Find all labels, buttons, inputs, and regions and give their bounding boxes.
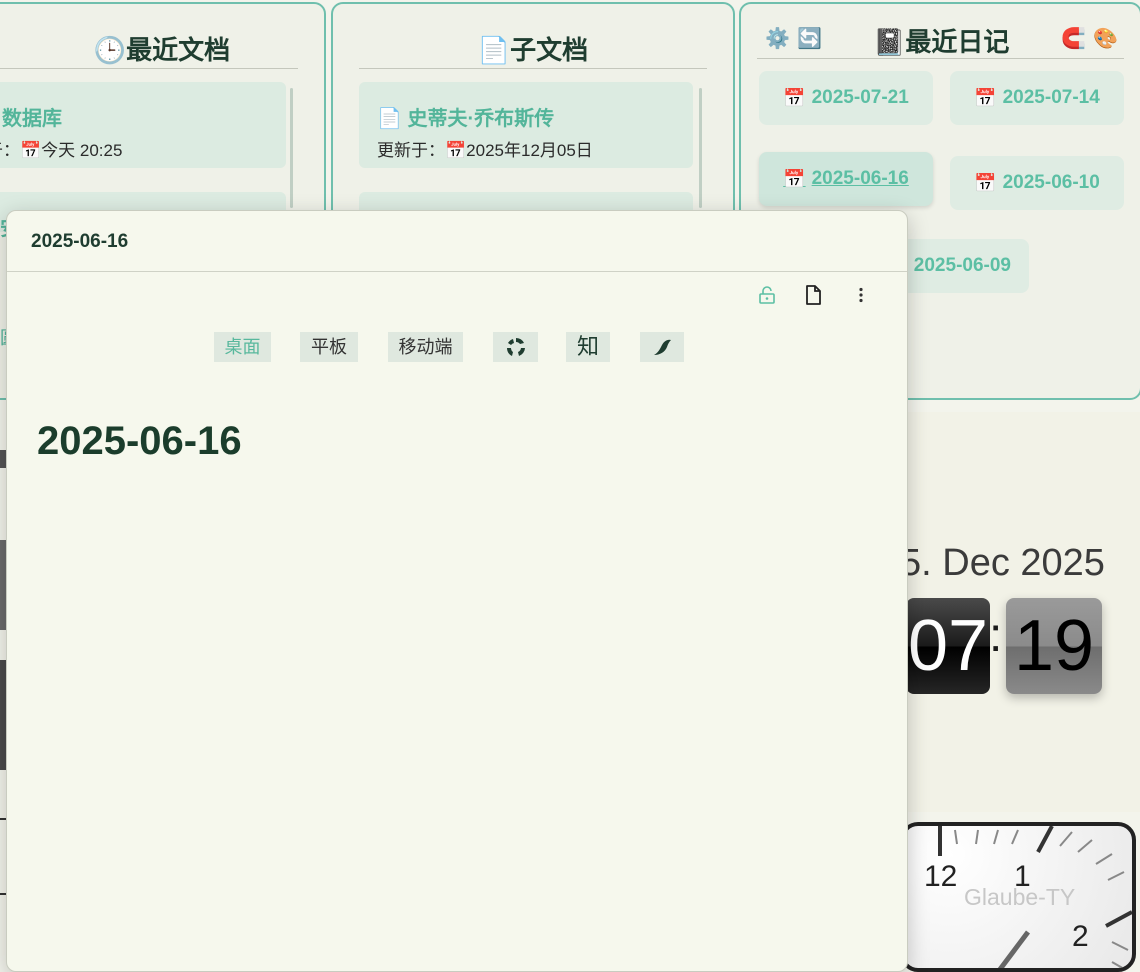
sub-doc-title[interactable]: 📄 史蒂夫·乔布斯传 [377, 102, 554, 131]
scrollbar[interactable] [699, 88, 702, 208]
panel-divider [757, 58, 1124, 59]
panel-divider [0, 68, 298, 69]
sub-doc-card[interactable]: 📄 史蒂夫·乔布斯传 更新于：📅2025年12月05日 [359, 82, 693, 168]
mode-tablet-button[interactable]: 平板 [300, 332, 358, 362]
sub-doc-updated: 更新于：📅2025年12月05日 [377, 141, 593, 160]
clock-number-12: 12 [924, 860, 958, 893]
popup-header-title: 2025-06-16 [31, 231, 129, 252]
diary-entry-date: 2025-07-14 [1002, 87, 1100, 108]
file-icon[interactable] [801, 283, 825, 307]
calendar-icon: 📅 [974, 172, 997, 193]
mode-mobile-button[interactable]: 移动端 [388, 332, 463, 362]
analog-clock: 12 1 2 Glaube-TY [900, 822, 1136, 972]
calendar-icon: 📅 [783, 168, 806, 189]
calendar-icon: 📅 [974, 87, 997, 108]
diary-entry-date: 2025-06-16 [811, 168, 909, 189]
diary-entry[interactable]: 📅 2025-06-10 [950, 156, 1124, 210]
recent-doc-card[interactable]: 数据库 于：📅今天 20:25 [0, 82, 286, 168]
recent-doc-updated: 于：📅今天 20:25 [0, 141, 123, 160]
mode-desktop-button[interactable]: 桌面 [214, 332, 271, 362]
clock-hours: 07 [906, 598, 990, 694]
share-icon[interactable] [493, 332, 538, 362]
diary-entry-date: 2025-06-09 [913, 255, 1011, 276]
clock-watermark: Glaube-TY [964, 884, 1076, 910]
doc-title[interactable]: 2025-06-16 [37, 419, 242, 464]
gear-icon[interactable]: ⚙️ [765, 26, 790, 51]
recent-docs-title: 🕒最近文档 [93, 35, 231, 65]
diary-entry[interactable]: 📅 2025-07-21 [759, 71, 933, 125]
diary-entry-active[interactable]: 📅 2025-06-16 [759, 152, 933, 206]
recent-doc-title[interactable]: 数据库 [2, 102, 62, 131]
recent-diary-title: 📓最近日记 [873, 27, 1010, 57]
palette-icon[interactable]: 🎨 [1093, 26, 1118, 51]
zhihu-button[interactable]: 知 [566, 332, 610, 362]
calendar-icon: 📅 [783, 87, 806, 108]
clock-date: 5. Dec 2025 [900, 542, 1105, 584]
panel-divider [359, 68, 707, 69]
doc-preview-popup[interactable]: 2025-06-16 桌面 平板 移动端 知 2025-06-16 [6, 210, 908, 972]
clock-colon: : [989, 609, 1003, 662]
magnet-icon[interactable]: 🧲 [1061, 26, 1086, 51]
diary-entry[interactable]: 📅 2025-07-14 [950, 71, 1124, 125]
refresh-icon[interactable]: 🔄 [797, 26, 822, 51]
bird-icon[interactable] [640, 332, 684, 362]
lock-open-icon[interactable] [755, 283, 779, 307]
diary-entry-date: 2025-06-10 [1002, 172, 1100, 193]
sub-docs-title: 📄子文档 [477, 35, 589, 65]
popup-divider [7, 271, 907, 272]
diary-entry-date: 2025-07-21 [811, 87, 909, 108]
clock-number-2: 2 [1072, 920, 1089, 953]
scrollbar[interactable] [290, 88, 293, 208]
clock-minutes: 19 [1006, 598, 1102, 694]
more-vertical-icon[interactable] [849, 283, 873, 307]
